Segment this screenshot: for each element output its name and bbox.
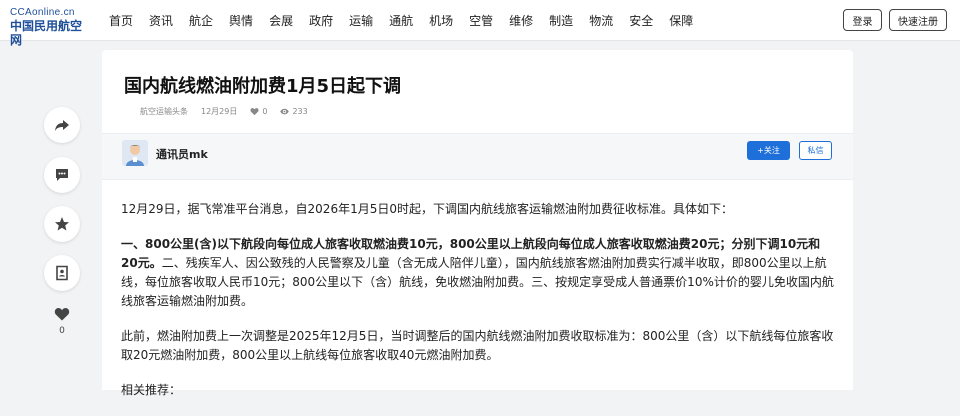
shield-user-icon xyxy=(56,265,68,281)
nav-item-expo[interactable]: 会展 xyxy=(269,12,293,29)
like-button[interactable]: 0 xyxy=(50,306,74,337)
nav-item-logistics[interactable]: 物流 xyxy=(589,12,613,29)
follow-button[interactable]: +关注 xyxy=(747,141,790,160)
comment-icon xyxy=(56,169,68,181)
nav-item-atc[interactable]: 空管 xyxy=(469,12,493,29)
login-button[interactable]: 登录 xyxy=(843,9,882,31)
nav-item-government[interactable]: 政府 xyxy=(309,12,333,29)
avatar[interactable] xyxy=(122,140,148,166)
article-card: 国内航线燃油附加费1月5日起下调 航空运输头条 12月29日 0 233 通讯员… xyxy=(102,50,853,397)
nav-item-opinion[interactable]: 舆情 xyxy=(229,12,253,29)
site-logo[interactable]: CCAonline.cn 中国民用航空网 xyxy=(10,7,92,47)
nav-item-home[interactable]: 首页 xyxy=(109,12,133,29)
article-body: 12月29日，据飞常准平台消息，自2026年1月5日0时起，下调国内航线旅客运输… xyxy=(121,200,836,416)
favorite-button[interactable] xyxy=(44,206,80,242)
related-heading: 相关推荐： xyxy=(121,383,182,397)
heart-icon xyxy=(54,308,70,321)
heart-icon xyxy=(250,108,259,116)
nav-item-transport[interactable]: 运输 xyxy=(349,12,373,29)
message-button[interactable]: 私信 xyxy=(799,141,832,160)
star-icon xyxy=(55,217,69,231)
avatar-illustration xyxy=(122,140,148,166)
side-like-count: 0 xyxy=(59,326,65,336)
article-likes-count: 0 xyxy=(262,107,268,116)
article-meta: 航空运输头条 12月29日 0 233 xyxy=(140,106,321,117)
article-likes: 0 xyxy=(250,107,267,116)
article-paragraph-3: 此前，燃油附加费上一次调整是2025年12月5日，当时调整后的国内航线燃油附加费… xyxy=(121,329,834,362)
nav-item-maintenance[interactable]: 维修 xyxy=(509,12,533,29)
logo-en-text: CCAonline.cn xyxy=(10,7,75,18)
nav-item-support[interactable]: 保障 xyxy=(669,12,693,29)
article-date: 12月29日 xyxy=(201,107,238,116)
nav-item-general-aviation[interactable]: 通航 xyxy=(389,12,413,29)
nav-item-safety[interactable]: 安全 xyxy=(629,12,653,29)
nav-item-airlines[interactable]: 航企 xyxy=(189,12,213,29)
main-nav: 首页 资讯 航企 舆情 会展 政府 运输 通航 机场 空管 维修 制造 物流 安… xyxy=(109,0,709,40)
nav-item-manufacturing[interactable]: 制造 xyxy=(549,12,573,29)
report-button[interactable] xyxy=(44,255,80,291)
author-bar: 通讯员mk +关注 私信 xyxy=(102,133,853,180)
article-title: 国内航线燃油附加费1月5日起下调 xyxy=(124,76,402,97)
eye-icon xyxy=(280,108,290,115)
article-paragraph-1: 12月29日，据飞常准平台消息，自2026年1月5日0时起，下调国内航线旅客运输… xyxy=(121,202,733,216)
author-name[interactable]: 通讯员mk xyxy=(156,146,208,162)
nav-item-airports[interactable]: 机场 xyxy=(429,12,453,29)
top-navbar: CCAonline.cn 中国民用航空网 首页 资讯 航企 舆情 会展 政府 运… xyxy=(0,0,960,47)
article-views: 233 xyxy=(280,107,308,116)
share-button[interactable] xyxy=(44,107,80,143)
share-icon xyxy=(55,120,69,131)
article-paragraph-2-rest: 二、残疾军人、因公致残的人民警察及儿童（含无成人陪伴儿童），国内航线旅客燃油附加… xyxy=(121,256,834,308)
logo-cn-text: 中国民用航空网 xyxy=(10,19,83,47)
article-paragraph-2: 一、800公里(含)以下航段向每位成人旅客收取燃油费10元，800公里以上航段向… xyxy=(121,235,836,311)
register-button[interactable]: 快速注册 xyxy=(889,9,947,31)
article-views-count: 233 xyxy=(292,107,308,116)
nav-item-news[interactable]: 资讯 xyxy=(149,12,173,29)
article-source[interactable]: 航空运输头条 xyxy=(140,106,188,117)
comment-button[interactable] xyxy=(44,157,80,193)
